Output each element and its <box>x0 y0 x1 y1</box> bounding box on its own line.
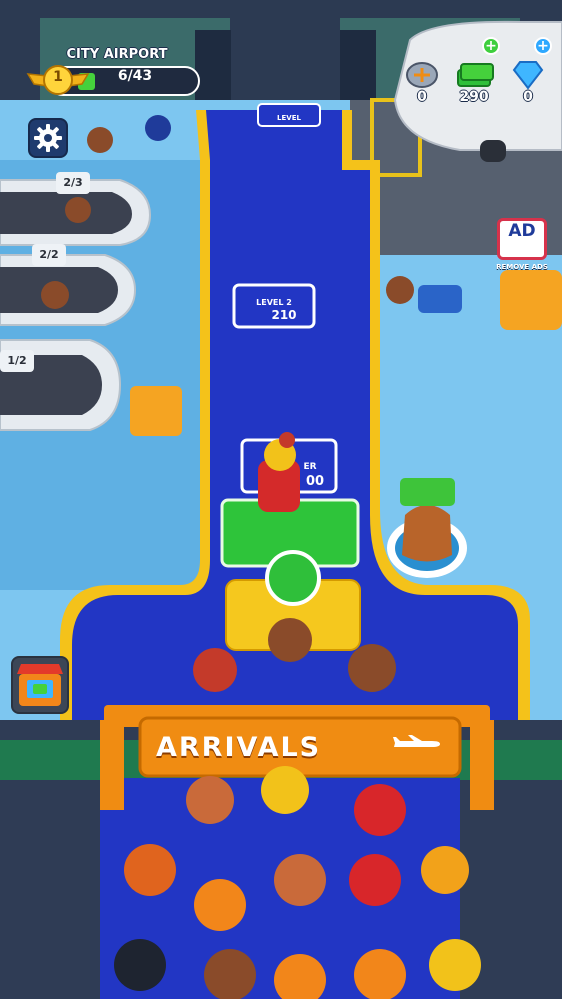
counter-badge-2: 2/2 <box>32 244 66 266</box>
add-gems-button[interactable]: + <box>534 37 552 55</box>
diamond-icon <box>512 61 544 90</box>
counter-badge-1: 2/3 <box>56 172 90 194</box>
airport-name: CITY AIRPORT <box>66 47 168 62</box>
airplane-icon <box>393 735 440 747</box>
ad-badge: AD <box>497 218 547 260</box>
settings-button[interactable] <box>28 118 68 158</box>
gear-icon <box>34 124 62 152</box>
remove-ads-button[interactable]: AD REMOVE ADS <box>491 216 553 276</box>
upgrade-tile-level[interactable]: LEVEL 2 <box>234 298 314 307</box>
remove-ads-label: REMOVE ADS <box>496 263 548 271</box>
gem-currency[interactable]: 0 <box>498 58 558 108</box>
game-scene: LEVEL LEVEL 2 210 ER 00 2/3 2/2 1/2 ARRI… <box>0 0 562 999</box>
shop-icon <box>17 664 63 706</box>
cash-count: 290 <box>459 89 489 105</box>
upgrade-tile-cost: 210 <box>271 308 297 322</box>
ticket-count: 0 <box>417 89 427 105</box>
partial-tile-cost: 00 <box>305 474 325 489</box>
scene-background <box>0 0 562 999</box>
shop-button[interactable] <box>11 656 69 714</box>
partial-tile-label: ER <box>303 462 317 472</box>
add-cash-button[interactable]: + <box>482 37 500 55</box>
ticket-currency[interactable]: 0 <box>392 58 452 108</box>
cash-stack-icon <box>457 63 494 87</box>
level-number: 1 <box>53 69 63 85</box>
counter-badge-3: 1/2 <box>0 350 34 372</box>
cash-currency[interactable]: 290 <box>444 58 504 108</box>
plane-ticket-icon <box>406 62 438 88</box>
gem-count: 0 <box>523 89 533 105</box>
locked-level-label: LEVEL <box>277 114 301 122</box>
